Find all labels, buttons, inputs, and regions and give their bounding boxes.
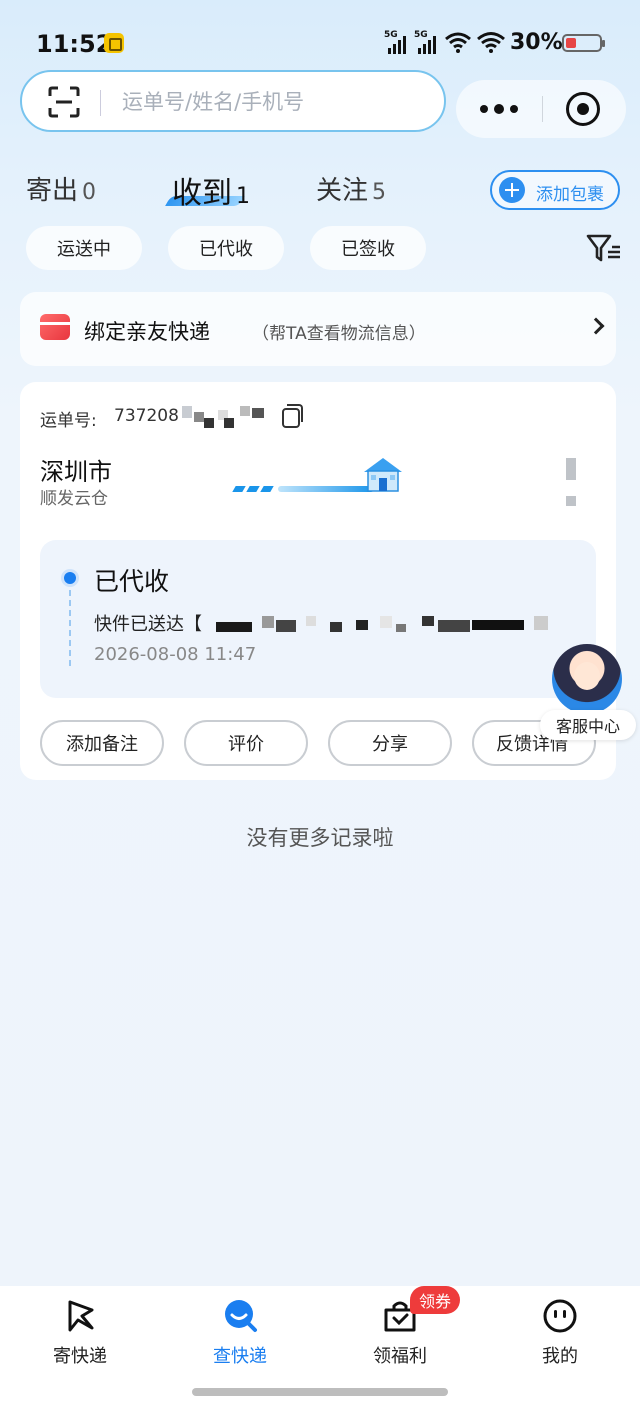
origin-station: 顺发云仓: [40, 489, 108, 509]
gift-icon: [40, 314, 70, 340]
add-package-button[interactable]: 添加包裹: [490, 170, 620, 210]
mini-program-capsule: [456, 80, 626, 138]
waybill-number: 737208: [114, 406, 179, 426]
battery-icon: [562, 34, 605, 52]
review-button[interactable]: 评价: [184, 720, 308, 766]
chevron-right-icon: [587, 317, 605, 335]
status-dot-icon: [64, 572, 76, 584]
filter-in-transit[interactable]: 运送中: [26, 226, 142, 270]
track-search-icon: [225, 1300, 257, 1332]
signal-5g-icon: 5G: [384, 30, 410, 54]
tab-received[interactable]: 收到 1: [172, 168, 250, 212]
waybill-label: 运单号:: [40, 411, 97, 431]
nav-mine[interactable]: 我的: [500, 1298, 620, 1368]
customer-service-avatar: [552, 644, 622, 714]
status-time: 11:52: [36, 30, 113, 58]
coupon-badge: 领券: [410, 1286, 460, 1314]
status-title: 已代收: [94, 567, 170, 596]
filter-icon[interactable]: [586, 232, 622, 264]
house-icon: [364, 458, 402, 492]
bind-subtitle: （帮TA查看物流信息）: [252, 324, 426, 344]
home-indicator[interactable]: [192, 1388, 448, 1396]
filter-collected[interactable]: 已代收: [168, 226, 284, 270]
destination-redaction-2: [566, 496, 576, 506]
nav-mine-label: 我的: [542, 1346, 578, 1367]
plus-icon: [499, 177, 525, 203]
bind-relatives-card[interactable]: 绑定亲友快递 （帮TA查看物流信息）: [20, 292, 616, 366]
target-icon[interactable]: [566, 92, 600, 126]
timeline-line: [69, 590, 71, 666]
search-divider: [100, 90, 101, 116]
nav-benefits-label: 领福利: [373, 1346, 427, 1367]
tab-received-label: 收到: [172, 176, 232, 211]
scan-icon[interactable]: [48, 86, 80, 118]
route-dash: [260, 486, 274, 492]
nav-send-label: 寄快递: [53, 1346, 107, 1367]
tab-received-count: 1: [236, 184, 250, 209]
destination-redaction: [566, 458, 576, 480]
add-note-button[interactable]: 添加备注: [40, 720, 164, 766]
status-time: 2026-08-08 11:47: [94, 644, 257, 665]
package-card[interactable]: 运单号: 737208 深圳市 顺发云仓 已代收 快件已送达【 2026-08-…: [20, 382, 616, 780]
battery-percent: 30%: [510, 30, 563, 55]
waybill-redaction: [182, 406, 266, 428]
nav-track[interactable]: 查快递: [180, 1298, 300, 1368]
tab-followed[interactable]: 关注 5: [316, 170, 386, 207]
profile-face-icon: [543, 1299, 577, 1333]
tab-sent-label: 寄出: [26, 176, 79, 206]
nav-track-label: 查快递: [213, 1346, 267, 1367]
route-dash: [246, 486, 260, 492]
search-bar: [20, 70, 446, 132]
app-notification-icon: [104, 33, 124, 53]
share-button[interactable]: 分享: [328, 720, 452, 766]
wifi-plus-icon: [445, 32, 471, 53]
customer-service-label: 客服中心: [540, 710, 636, 740]
send-icon: [68, 1300, 94, 1332]
filter-signed[interactable]: 已签收: [310, 226, 426, 270]
status-redaction: [216, 614, 566, 634]
customer-service-float[interactable]: 客服中心: [540, 640, 636, 740]
tab-sent[interactable]: 寄出 0: [26, 170, 96, 207]
bind-title: 绑定亲友快递: [84, 320, 210, 344]
tab-followed-label: 关注: [316, 176, 369, 206]
add-package-label: 添加包裹: [536, 185, 604, 205]
route-dash: [232, 486, 246, 492]
wifi-icon: [477, 32, 505, 53]
capsule-divider: [542, 96, 543, 122]
search-input[interactable]: [122, 86, 422, 118]
tab-sent-count: 0: [82, 180, 97, 205]
tab-followed-count: 5: [372, 180, 387, 205]
origin-city: 深圳市: [40, 458, 112, 486]
tracking-status-box[interactable]: 已代收 快件已送达【 2026-08-08 11:47: [40, 540, 596, 698]
signal-5g-icon-2: 5G: [414, 30, 440, 54]
nav-send[interactable]: 寄快递: [20, 1298, 140, 1368]
status-description: 快件已送达【: [94, 614, 202, 635]
more-icon[interactable]: [480, 104, 518, 114]
copy-icon[interactable]: [282, 404, 303, 428]
no-more-records: 没有更多记录啦: [246, 826, 394, 850]
